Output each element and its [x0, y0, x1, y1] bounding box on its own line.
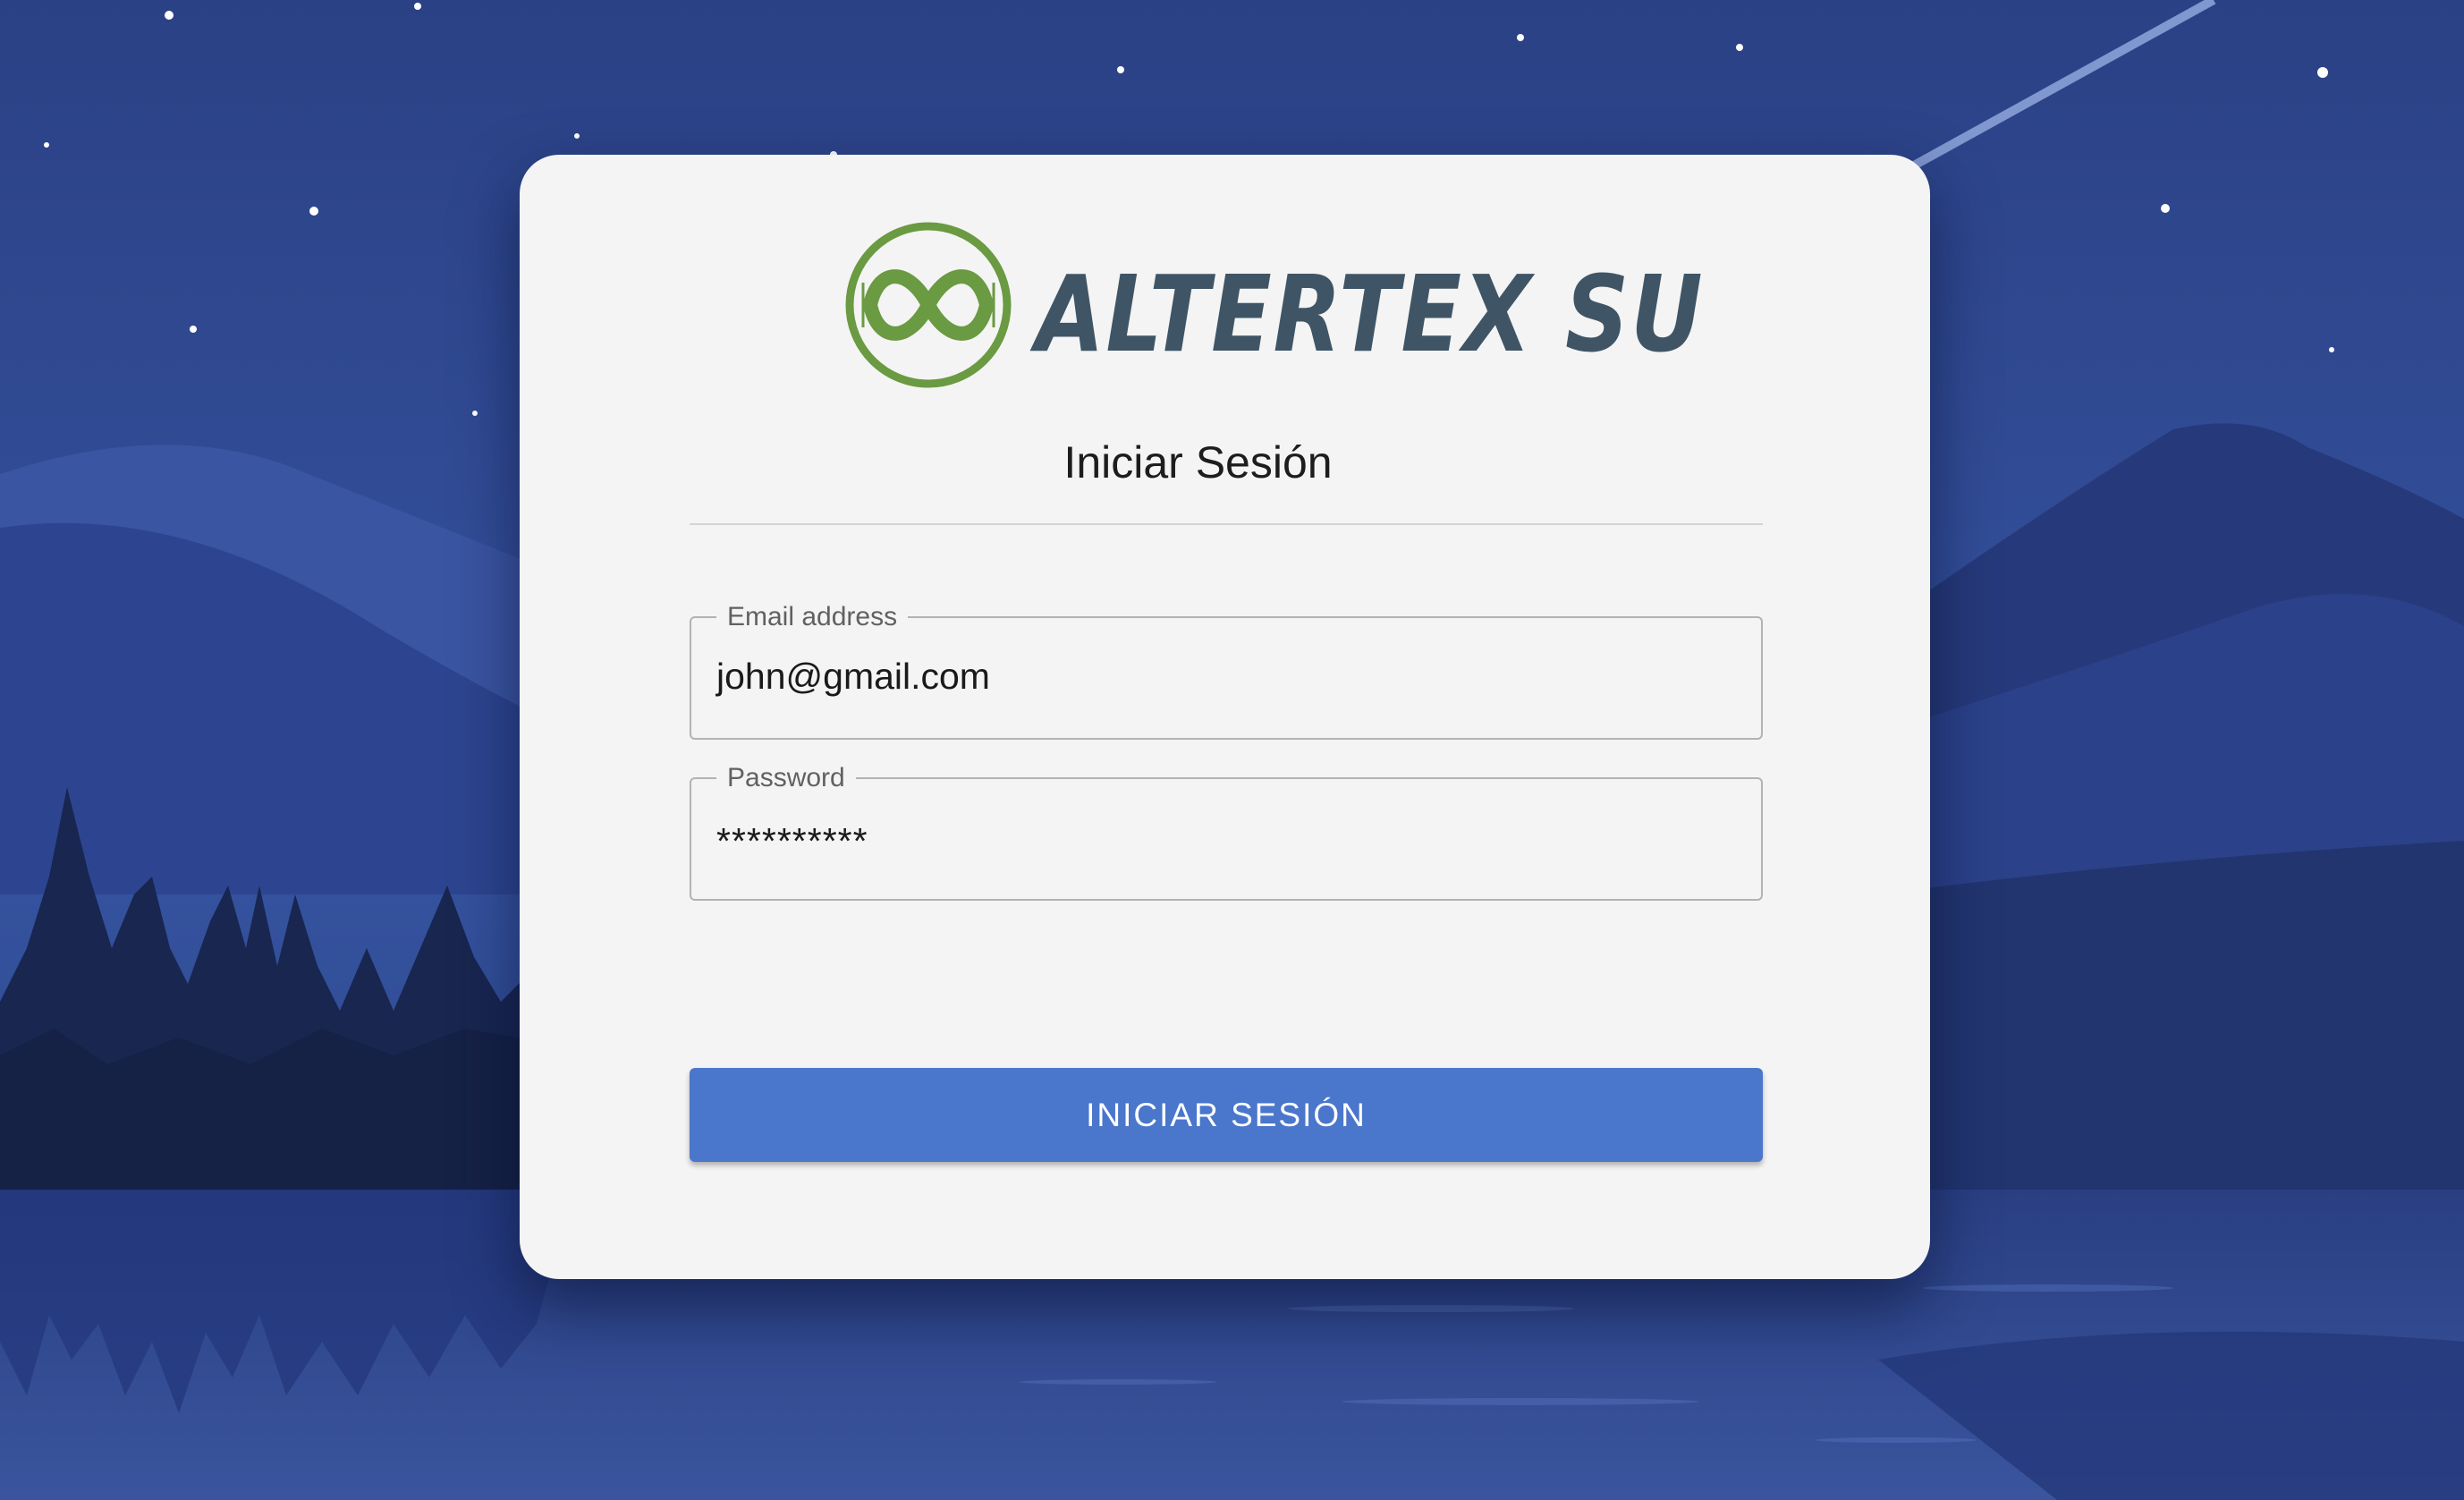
email-field[interactable]: Email address john@gmail.com	[690, 602, 1763, 740]
brand-name: ALTERTEX SU	[1036, 252, 1705, 376]
password-input[interactable]: **********	[716, 818, 868, 863]
login-button[interactable]: INICIAR SESIÓN	[690, 1068, 1763, 1162]
password-field[interactable]: Password **********	[690, 763, 1763, 901]
password-label: Password	[716, 763, 856, 793]
title-divider	[690, 523, 1763, 525]
infinity-circle-logo-icon	[845, 222, 1012, 388]
login-card: ALTERTEX SU Iniciar Sesión Email address…	[520, 155, 1930, 1279]
page-title-text: Iniciar Sesión	[1063, 437, 1333, 487]
email-input[interactable]: john@gmail.com	[716, 654, 990, 699]
email-label: Email address	[716, 602, 909, 632]
brand-logo: ALTERTEX SU	[843, 220, 1703, 399]
page-title: Iniciar Sesión	[520, 436, 1930, 488]
